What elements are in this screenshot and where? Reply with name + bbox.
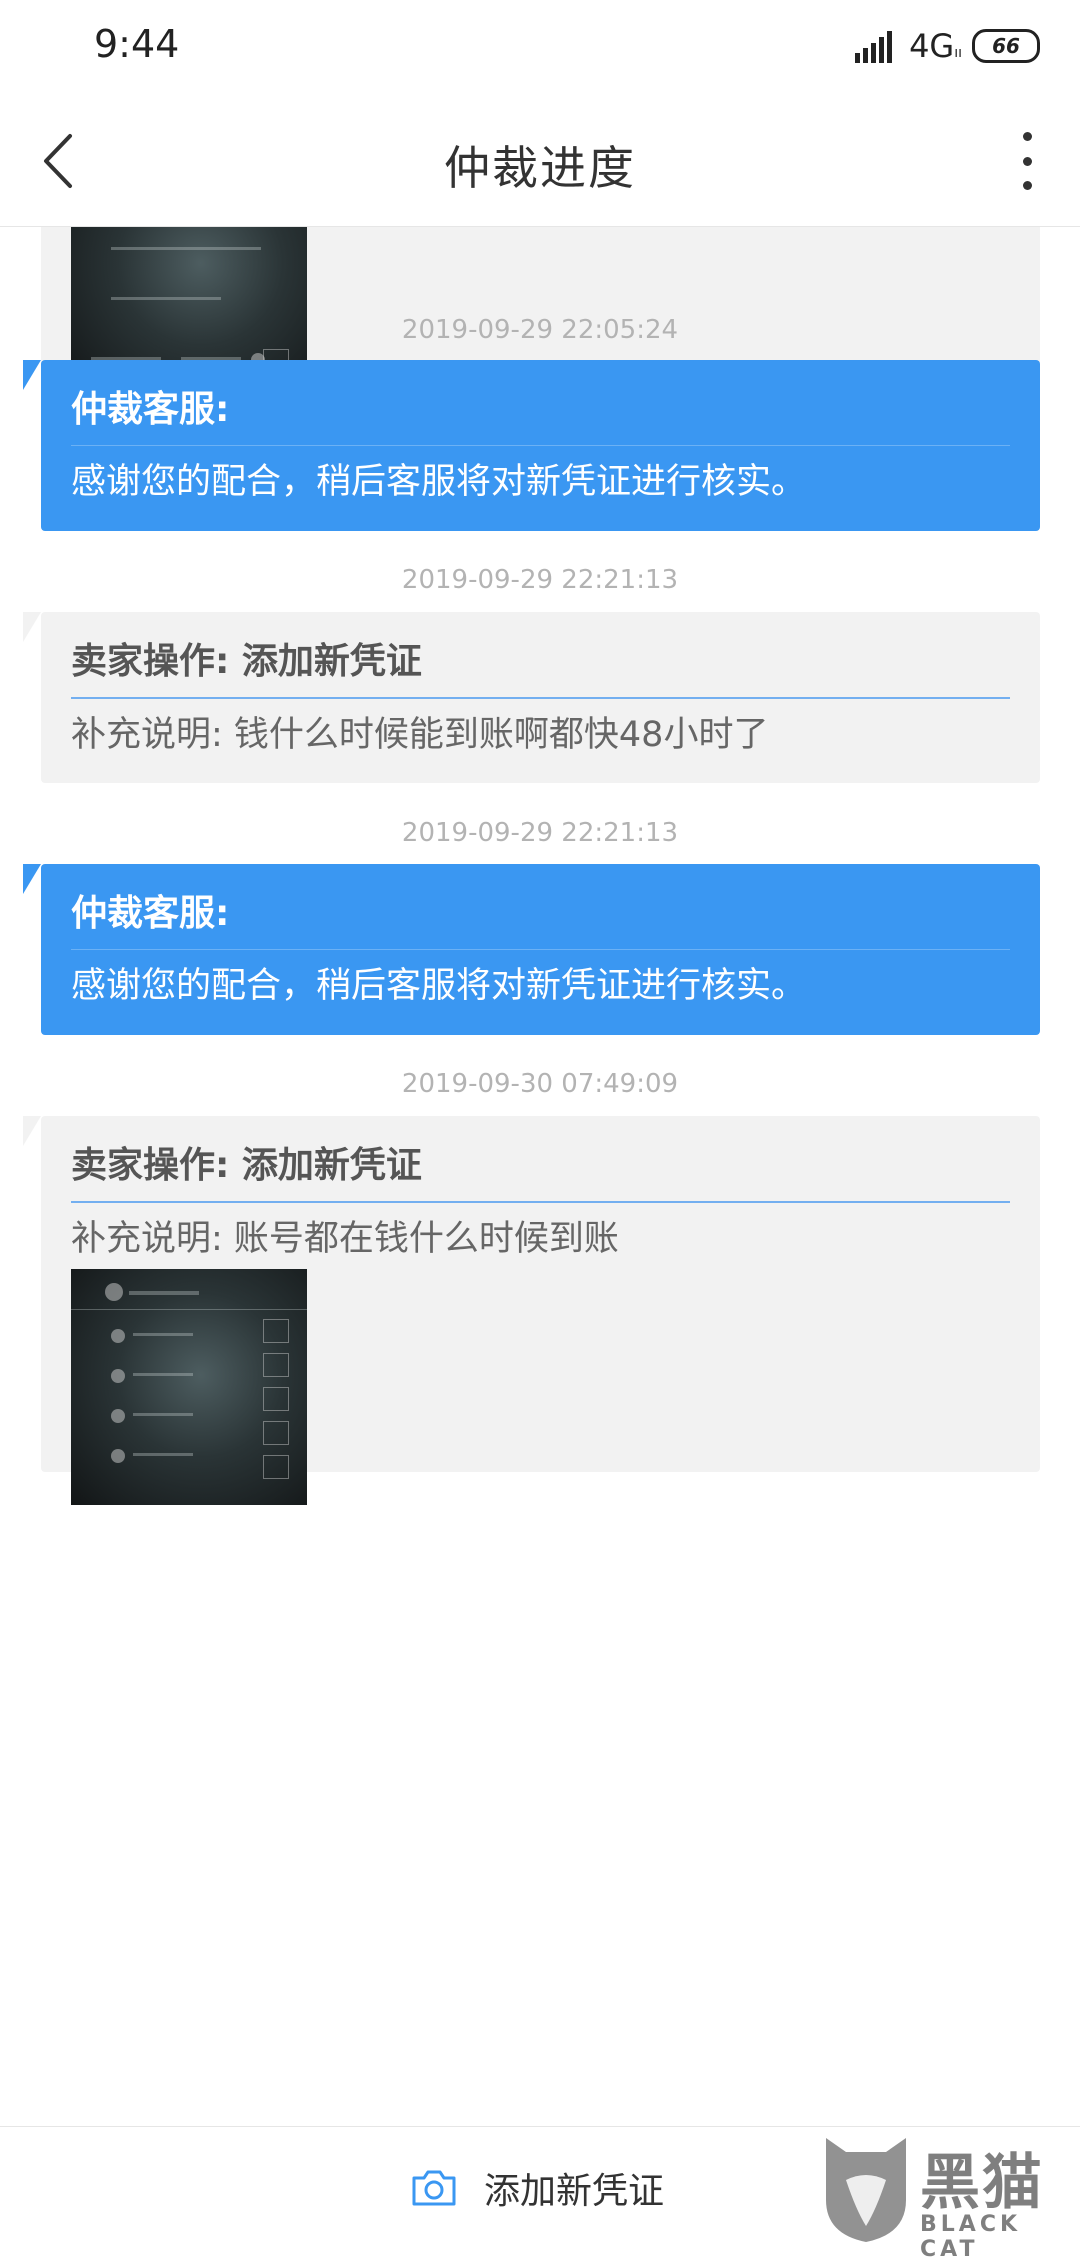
status-bar: 9:44 4Gıı 66 [0,0,1080,96]
status-time: 9:44 [94,22,180,66]
camera-icon [412,2170,456,2206]
card-text: 补充说明: 账号都在钱什么时候到账 [71,1219,619,1259]
page-title: 仲裁进度 [444,141,636,195]
network-type: 4Gıı [909,27,962,65]
card-text: 感谢您的配合，稍后客服将对新凭证进行核实。 [71,966,807,1006]
timestamp: 2019-09-29 22:21:13 [401,818,679,848]
timestamp: 2019-09-29 22:05:24 [401,315,679,345]
card-title: 卖家操作: 添加新凭证 [71,1116,1010,1203]
timeline-card-seller: 卖家操作: 添加新凭证 补充说明: 账号都在钱什么时候到账 [23,1116,1040,1505]
card-text: 补充说明: 钱什么时候能到账啊都快48小时了 [71,715,769,755]
timeline-card-seller: 卖家操作: 添加新凭证 补充说明: 钱什么时候能到账啊都快48小时了 [23,612,1040,783]
card-text: 感谢您的配合，稍后客服将对新凭证进行核实。 [71,462,807,502]
watermark-cn: 黑猫 [920,2148,1044,2218]
timeline-card-service: 仲裁客服: 感谢您的配合，稍后客服将对新凭证进行核实。 [23,360,1040,531]
signal-icon [855,29,899,63]
card-title: 仲裁客服: [71,360,1010,446]
battery-icon: 66 [972,29,1040,63]
status-icons: 4Gıı 66 [855,24,1040,68]
timestamp: 2019-09-29 22:21:13 [401,565,679,595]
add-evidence-label: 添加新凭证 [484,2171,665,2212]
timeline-card-service: 仲裁客服: 感谢您的配合，稍后客服将对新凭证进行核实。 [23,864,1040,1035]
card-title: 卖家操作: 添加新凭证 [71,612,1010,699]
battery-level: 66 [992,34,1020,58]
evidence-image[interactable] [71,1269,307,1505]
timestamp: 2019-09-30 07:49:09 [401,1069,679,1099]
navigation-bar: 仲裁进度 [0,96,1080,227]
watermark-en: BLACK CAT [920,2212,1022,2262]
timeline[interactable]: 2019-09-29 22:05:24 仲裁客服: 感谢您的配合，稍后客服将对新… [0,227,1080,2126]
cat-logo-icon [826,2138,906,2242]
card-title: 仲裁客服: [71,864,1010,950]
more-vertical-icon[interactable] [1012,126,1042,196]
add-evidence-button[interactable]: 添加新凭证 [410,2153,664,2223]
black-cat-watermark: 黑猫 BLACK CAT [810,2128,1080,2262]
